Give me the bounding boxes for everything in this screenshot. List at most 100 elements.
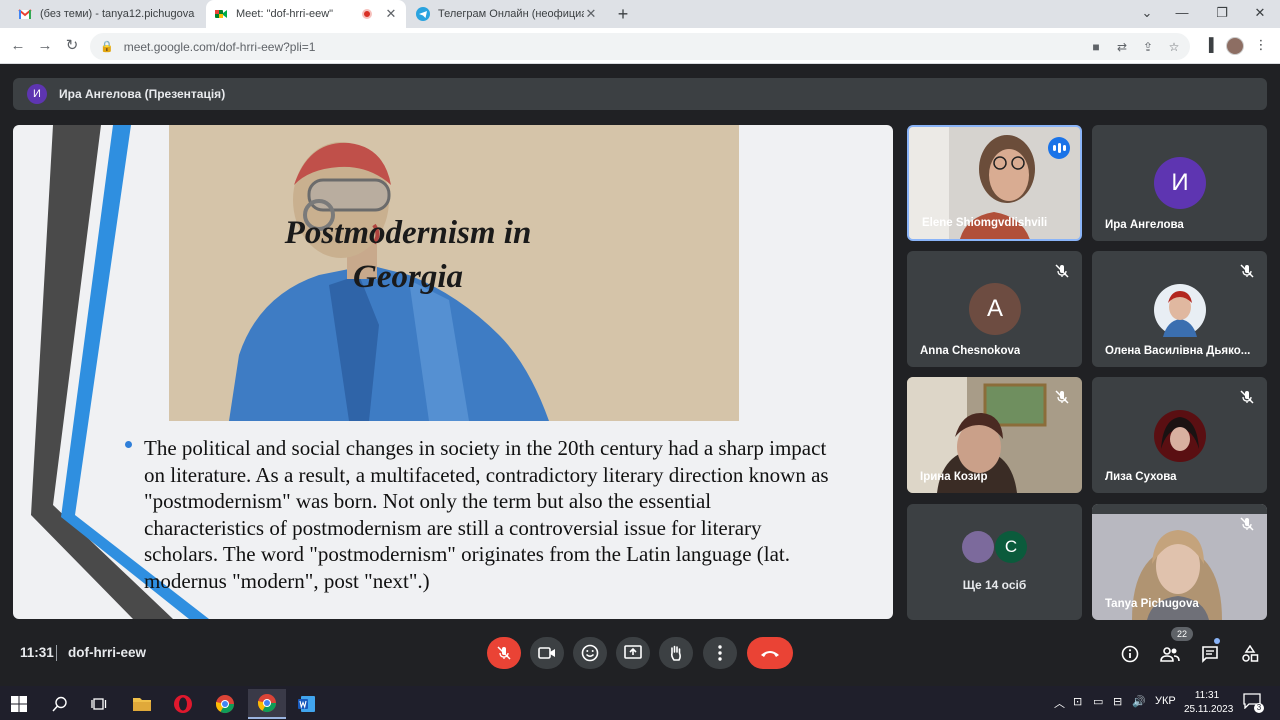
share-icon[interactable]: ⇪ <box>1140 39 1156 55</box>
participant-avatar <box>962 531 994 563</box>
bookmark-star-icon[interactable]: ☆ <box>1166 39 1182 55</box>
slide-title-line: Georgia <box>353 259 463 295</box>
participant-tile[interactable]: Tanya Pichugova <box>1092 504 1267 620</box>
tab-telegram[interactable]: Телеграм Онлайн (неофициал ✕ <box>408 0 606 28</box>
reload-button[interactable]: ↻ <box>60 34 84 58</box>
network-icon[interactable]: ⊟ <box>1113 695 1122 708</box>
close-window-button[interactable]: ✕ <box>1240 0 1280 28</box>
opera-app[interactable] <box>164 689 202 719</box>
volume-icon[interactable]: 🔊 <box>1132 695 1146 708</box>
windows-logo-icon <box>11 696 27 712</box>
meeting-time: 11:31 <box>20 645 54 660</box>
reactions-button[interactable] <box>573 637 607 669</box>
browser-menu-icon[interactable]: ⋮ <box>1252 36 1270 54</box>
tab-title: Meet: "dof-hrri-eew" <box>236 8 334 20</box>
forward-button[interactable]: → <box>33 34 57 58</box>
chrome-app-active[interactable] <box>248 689 286 719</box>
minimize-button[interactable]: — <box>1162 0 1202 28</box>
gmail-icon <box>18 7 32 21</box>
more-vert-icon <box>718 645 722 661</box>
tab-close-icon[interactable]: ✕ <box>384 6 398 22</box>
browser-toolbar: ← → ↻ 🔒 meet.google.com/dof-hrri-eew?pli… <box>0 28 1280 64</box>
notifications-button[interactable]: 3 <box>1243 693 1264 713</box>
presenter-avatar: И <box>27 84 47 104</box>
participant-photo <box>1154 410 1206 462</box>
meet-icon <box>214 7 228 21</box>
system-time: 11:31 <box>1194 690 1220 701</box>
more-participants-label: Ще 14 осіб <box>962 578 1027 592</box>
participant-avatar: A <box>969 283 1021 335</box>
search-icon <box>52 696 67 712</box>
chat-button[interactable] <box>1199 643 1221 665</box>
telegram-icon <box>416 7 430 21</box>
file-explorer-app[interactable] <box>123 689 161 719</box>
present-icon <box>624 645 642 659</box>
input-language[interactable]: УКР <box>1155 695 1176 707</box>
tab-search-icon[interactable]: ⌄ <box>1127 0 1167 28</box>
address-bar[interactable]: 🔒 meet.google.com/dof-hrri-eew?pli=1 ■ ⇄… <box>90 33 1190 60</box>
side-panel-icon[interactable]: ▐ <box>1200 36 1218 54</box>
present-screen-button[interactable] <box>616 637 650 669</box>
tab-close-icon[interactable]: ✕ <box>584 6 598 22</box>
lock-icon: 🔒 <box>100 41 114 53</box>
participant-tile[interactable]: A Anna Chesnokova <box>907 251 1082 367</box>
camera-toggle-button[interactable] <box>530 637 564 669</box>
bullet-icon <box>125 441 132 448</box>
battery-icon[interactable]: ▭ <box>1093 695 1103 708</box>
participant-tile[interactable]: Лиза Сухова <box>1092 377 1267 493</box>
start-button[interactable] <box>0 689 38 719</box>
search-button[interactable] <box>41 689 79 719</box>
presenter-bar: И Ира Ангелова (Презентація) <box>13 78 1267 110</box>
tab-title: Телеграм Онлайн (неофициал <box>438 8 584 20</box>
people-count-badge: 22 <box>1171 627 1193 641</box>
participant-tile[interactable]: Олена Василівна Дьяко... <box>1092 251 1267 367</box>
profile-avatar[interactable] <box>1226 37 1244 55</box>
word-app[interactable] <box>288 689 326 719</box>
chrome-icon <box>258 694 276 713</box>
meeting-info-button[interactable] <box>1119 643 1141 665</box>
slide-title-line: Postmodernism in <box>284 215 532 251</box>
maximize-button[interactable]: ❐ <box>1202 0 1242 28</box>
activities-icon <box>1242 645 1259 662</box>
mic-off-icon <box>1055 264 1069 278</box>
participant-name: Ира Ангелова <box>1105 219 1184 231</box>
browser-tab-strip: (без теми) - tanya12.pichugova Meet: "do… <box>0 0 1280 28</box>
show-hidden-icons-button[interactable]: ︿ <box>1054 695 1065 711</box>
mic-off-icon <box>1240 390 1254 404</box>
system-clock[interactable]: 11:31 25.11.2023 <box>1184 689 1233 717</box>
leave-call-button[interactable] <box>747 637 793 669</box>
tab-meet[interactable]: Meet: "dof-hrri-eew" ✕ <box>206 0 406 28</box>
participant-tile[interactable]: Ірина Козир <box>907 377 1082 493</box>
slide-body-text: The political and social changes in soci… <box>144 436 829 593</box>
chrome-app[interactable] <box>206 689 244 719</box>
emoji-icon <box>581 644 599 662</box>
back-button[interactable]: ← <box>6 34 30 58</box>
notification-count: 3 <box>1254 703 1264 713</box>
meet-tray-icon[interactable]: ⊡ <box>1073 695 1082 708</box>
mic-toggle-button[interactable] <box>487 637 521 669</box>
folder-icon <box>133 698 151 711</box>
participant-avatar: И <box>1154 157 1206 209</box>
participant-name: Лиза Сухова <box>1105 471 1177 483</box>
camera-icon <box>538 647 555 659</box>
chat-icon <box>1202 646 1218 663</box>
participant-name: Ірина Козир <box>920 471 988 483</box>
more-participants-tile[interactable]: C Ще 14 осіб <box>907 504 1082 620</box>
info-icon <box>1121 645 1139 663</box>
raise-hand-button[interactable] <box>659 637 693 669</box>
more-options-button[interactable] <box>703 637 737 669</box>
activities-button[interactable] <box>1239 643 1261 665</box>
speaking-indicator-icon <box>1048 137 1070 159</box>
camera-in-use-icon[interactable]: ■ <box>1088 39 1104 55</box>
participant-tile[interactable]: И Ира Ангелова <box>1092 125 1267 241</box>
tab-gmail[interactable]: (без теми) - tanya12.pichugova <box>10 0 206 28</box>
participant-tile[interactable]: Elene Shiomgvdlishvili <box>907 125 1082 241</box>
hang-up-icon <box>761 651 779 657</box>
translate-icon[interactable]: ⇄ <box>1114 39 1130 55</box>
new-tab-button[interactable]: + <box>612 3 634 25</box>
mic-off-icon <box>1240 517 1254 531</box>
url-text: meet.google.com/dof-hrri-eew?pli=1 <box>123 39 316 54</box>
people-button[interactable] <box>1159 643 1181 665</box>
task-view-button[interactable] <box>80 689 118 719</box>
hand-icon <box>670 645 681 661</box>
